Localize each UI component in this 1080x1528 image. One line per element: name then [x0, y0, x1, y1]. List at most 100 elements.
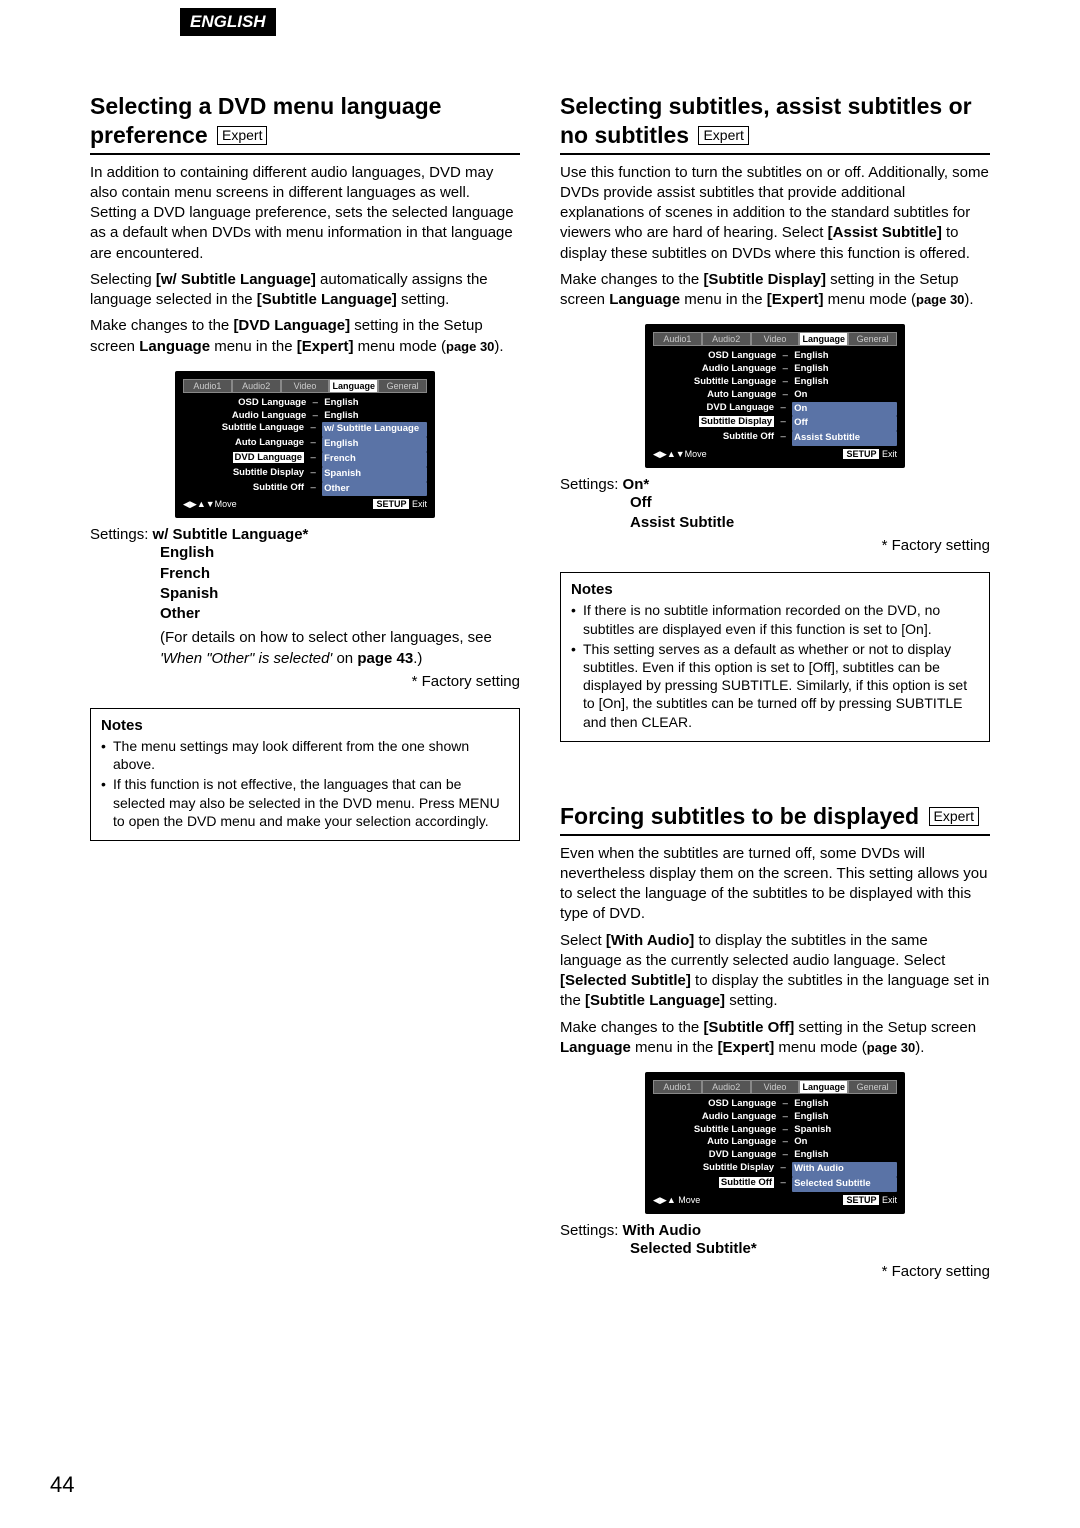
paragraph: Make changes to the [Subtitle Display] s…	[560, 270, 990, 311]
setting-option: Other	[160, 605, 200, 622]
osd-row: Subtitle Language–English	[653, 376, 897, 389]
section-subtitle-display: Selecting subtitles, assist subtitles or…	[560, 92, 990, 742]
settings-list: Settings: w/ Subtitle Language* English …	[90, 526, 520, 624]
note-item: The menu settings may look different fro…	[101, 737, 509, 773]
osd-setup-label: SETUP	[843, 1195, 879, 1205]
left-column: Selecting a DVD menu language preference…	[90, 92, 520, 1320]
osd-row: Subtitle Display–Spanish	[183, 467, 427, 482]
factory-note: * Factory setting	[560, 537, 990, 554]
manual-page: ENGLISH Selecting a DVD menu language pr…	[0, 0, 1080, 1528]
osd-tab: General	[848, 332, 897, 346]
osd-screenshot: Audio1Audio2VideoLanguageGeneral OSD Lan…	[560, 1072, 990, 1214]
osd-row: DVD Language–French	[183, 452, 427, 467]
osd-tab: Video	[751, 332, 800, 346]
osd-tab: Audio1	[653, 332, 702, 346]
osd-row: Subtitle Display–With Audio	[653, 1162, 897, 1177]
setting-option: Off	[630, 494, 652, 511]
notes-heading: Notes	[101, 717, 509, 734]
expert-badge: Expert	[698, 126, 748, 146]
heading-line2: no subtitles	[560, 122, 689, 148]
setting-option: Selected Subtitle*	[630, 1240, 757, 1257]
paragraph: Use this function to turn the subtitles …	[560, 163, 990, 264]
osd-tab: Language	[329, 379, 378, 393]
osd-row: Auto Language–On	[653, 389, 897, 402]
heading-line1: Selecting a DVD menu language	[90, 93, 441, 119]
paragraph: Make changes to the [DVD Language] setti…	[90, 316, 520, 357]
factory-note: * Factory setting	[560, 1263, 990, 1280]
osd-tab: Audio2	[702, 1080, 751, 1094]
osd-setup-label: SETUP	[373, 499, 409, 509]
page-number: 44	[50, 1472, 74, 1498]
section-subtitle-off: Forcing subtitles to be displayed Expert…	[560, 802, 990, 1280]
setting-option: Spanish	[160, 585, 218, 602]
section-heading: Selecting a DVD menu language preference…	[90, 92, 520, 155]
setting-option: French	[160, 565, 210, 582]
osd-move-hint: ◀▶▲ Move	[653, 1195, 700, 1206]
note-item: This setting serves as a default as whet…	[571, 640, 979, 731]
paragraph: Select [With Audio] to display the subti…	[560, 931, 990, 1012]
setting-option: With Audio	[623, 1222, 701, 1239]
osd-exit-label: Exit	[412, 499, 427, 509]
detail-note: (For details on how to select other lang…	[90, 628, 520, 669]
heading-line2: preference	[90, 122, 208, 148]
osd-row: Auto Language–On	[653, 1136, 897, 1149]
osd-screenshot: Audio1Audio2VideoLanguageGeneral OSD Lan…	[560, 324, 990, 468]
expert-badge: Expert	[929, 807, 979, 827]
osd-tab: Video	[281, 379, 330, 393]
two-column-layout: Selecting a DVD menu language preference…	[90, 92, 990, 1320]
osd-row: OSD Language–English	[653, 1098, 897, 1111]
osd-row: Subtitle Display–Off	[653, 416, 897, 431]
osd-row: Audio Language–English	[653, 363, 897, 376]
osd-tab: Language	[799, 332, 848, 346]
section-heading: Selecting subtitles, assist subtitles or…	[560, 92, 990, 155]
osd-row: Subtitle Language–Spanish	[653, 1124, 897, 1137]
note-item: If there is no subtitle information reco…	[571, 601, 979, 637]
osd-tab: Video	[751, 1080, 800, 1094]
paragraph: Selecting [w/ Subtitle Language] automat…	[90, 270, 520, 311]
osd-row: Subtitle Off–Other	[183, 482, 427, 497]
settings-label: Settings:	[560, 1222, 618, 1239]
osd-row: DVD Language–On	[653, 402, 897, 417]
osd-row: Audio Language–English	[653, 1111, 897, 1124]
osd-tab: Language	[799, 1080, 848, 1094]
section-heading: Forcing subtitles to be displayed Expert	[560, 802, 990, 836]
osd-tab: Audio1	[183, 379, 232, 393]
factory-note: * Factory setting	[90, 673, 520, 690]
osd-move-hint: ◀▶▲▼Move	[183, 499, 237, 510]
setting-option: w/ Subtitle Language*	[153, 526, 309, 543]
osd-tab: General	[378, 379, 427, 393]
osd-row: Auto Language–English	[183, 437, 427, 452]
paragraph: Even when the subtitles are turned off, …	[560, 844, 990, 925]
heading-line1: Forcing subtitles to be displayed	[560, 803, 919, 829]
osd-row: OSD Language–English	[183, 397, 427, 410]
osd-exit-label: Exit	[882, 1195, 897, 1205]
settings-label: Settings:	[90, 526, 148, 543]
section-dvd-language: Selecting a DVD menu language preference…	[90, 92, 520, 841]
osd-row: OSD Language–English	[653, 350, 897, 363]
expert-badge: Expert	[217, 126, 267, 146]
osd-panel: Audio1Audio2VideoLanguageGeneral OSD Lan…	[175, 371, 435, 519]
settings-label: Settings:	[560, 476, 618, 493]
notes-box: Notes If there is no subtitle informatio…	[560, 572, 990, 741]
language-badge: ENGLISH	[180, 8, 276, 36]
osd-setup-label: SETUP	[843, 449, 879, 459]
note-item: If this function is not effective, the l…	[101, 775, 509, 830]
notes-heading: Notes	[571, 581, 979, 598]
osd-panel: Audio1Audio2VideoLanguageGeneral OSD Lan…	[645, 1072, 905, 1214]
heading-line1: Selecting subtitles, assist subtitles or	[560, 93, 972, 119]
settings-list: Settings: On* Off Assist Subtitle	[560, 476, 990, 534]
notes-box: Notes The menu settings may look differe…	[90, 708, 520, 841]
osd-move-hint: ◀▶▲▼Move	[653, 449, 707, 460]
osd-row: DVD Language–English	[653, 1149, 897, 1162]
osd-tab: Audio1	[653, 1080, 702, 1094]
paragraph: Make changes to the [Subtitle Off] setti…	[560, 1018, 990, 1059]
setting-option: Assist Subtitle	[630, 514, 734, 531]
settings-list: Settings: With Audio Selected Subtitle*	[560, 1222, 990, 1259]
osd-row: Audio Language–English	[183, 410, 427, 423]
right-column: Selecting subtitles, assist subtitles or…	[560, 92, 990, 1320]
paragraph: In addition to containing different audi…	[90, 163, 520, 264]
osd-row: Subtitle Off–Assist Subtitle	[653, 431, 897, 446]
setting-option: English	[160, 544, 214, 561]
osd-exit-label: Exit	[882, 449, 897, 459]
osd-tab: General	[848, 1080, 897, 1094]
